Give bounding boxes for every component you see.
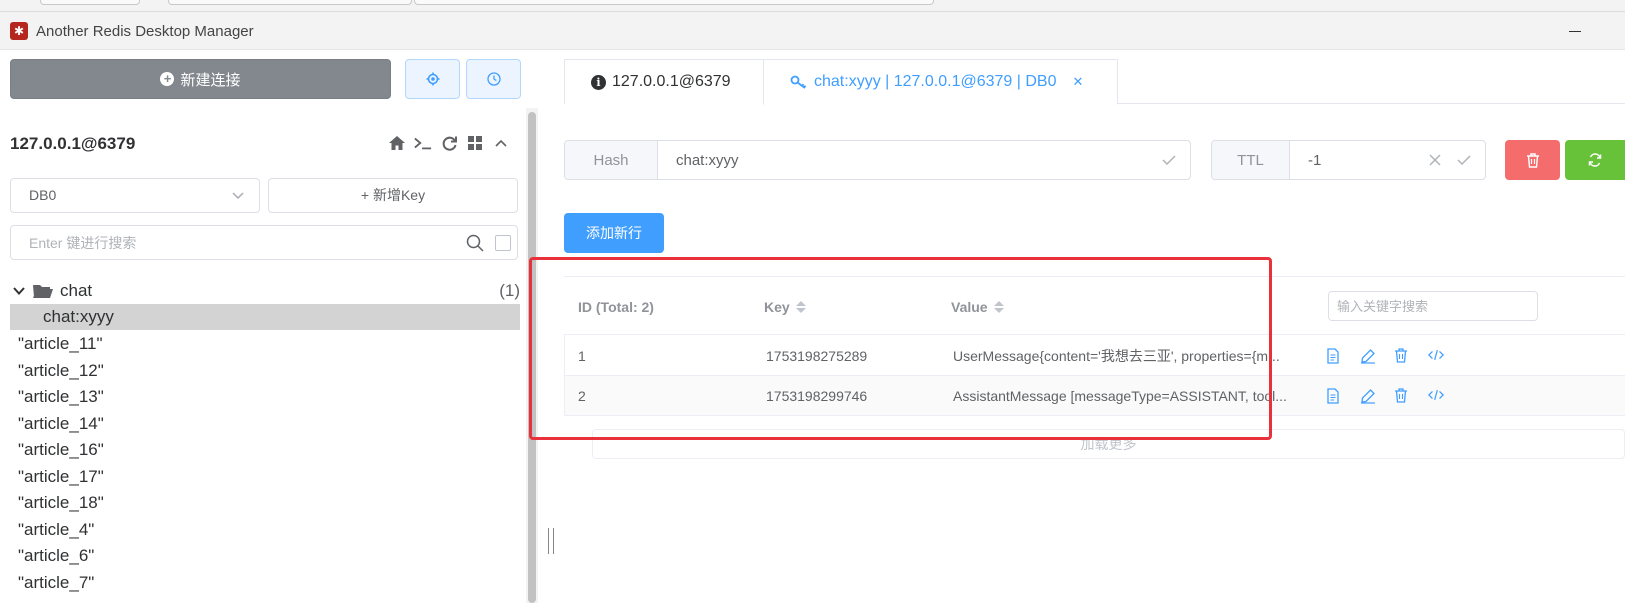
column-header-key-label: Key (764, 298, 790, 315)
code-icon[interactable] (1428, 388, 1444, 404)
tree-key[interactable]: "article_4" (10, 517, 520, 543)
table-search-input[interactable] (1328, 291, 1538, 321)
ttl-input[interactable]: -1 (1290, 141, 1429, 179)
trash-icon (1526, 152, 1539, 168)
new-connection-label: 新建连接 (180, 71, 241, 89)
add-row-button[interactable]: 添加新行 (564, 213, 664, 253)
tab-key-detail[interactable]: chat:xyyy | 127.0.0.1@6379 | DB0 ✕ (763, 59, 1118, 105)
plus-circle-icon: + (160, 72, 175, 86)
chevron-down-icon (13, 287, 25, 295)
connection-name[interactable]: 127.0.0.1@6379 (10, 134, 135, 154)
browser-tab-fragment[interactable] (168, 0, 412, 5)
table-row[interactable]: 2 1753198299746 AssistantMessage [messag… (564, 376, 1625, 416)
trash-icon[interactable] (1394, 388, 1410, 404)
key-name-group: Hash chat:xyyy (564, 140, 1191, 180)
key-icon (790, 75, 807, 89)
ttl-label: TTL (1212, 141, 1290, 179)
tree-key[interactable]: "article_14" (10, 411, 520, 437)
tab-bar: i 127.0.0.1@6379 chat:xyyy | 127.0.0.1@6… (564, 59, 1625, 105)
exact-search-checkbox[interactable] (495, 235, 511, 251)
column-header-value[interactable]: Value (951, 277, 1004, 336)
tree-key-selected[interactable]: chat:xyyy (10, 304, 520, 330)
refresh-key-button[interactable] (1565, 140, 1625, 180)
tab-label: chat:xyyy | 127.0.0.1@6379 | DB0 (814, 73, 1057, 90)
new-connection-button[interactable]: + 新建连接 (10, 59, 391, 99)
load-more-button[interactable]: 加载更多 (592, 429, 1625, 459)
folder-row-chat[interactable]: chat (1) (10, 278, 520, 304)
tab-label: 127.0.0.1@6379 (612, 73, 731, 90)
edit-icon[interactable] (1360, 348, 1376, 364)
cell-value: UserMessage{content='我想去三亚', properties=… (953, 348, 1280, 364)
row-actions (1326, 336, 1444, 376)
grid-icon[interactable] (466, 134, 484, 152)
tree-key[interactable]: "article_7" (10, 570, 520, 596)
tree-key[interactable]: "article_13" (10, 384, 520, 410)
trash-icon[interactable] (1394, 348, 1410, 364)
browser-tab-fragment[interactable] (40, 0, 140, 5)
db-select[interactable]: DB0 (10, 178, 260, 213)
code-icon[interactable] (1428, 348, 1444, 364)
tree-key[interactable]: "article_18" (10, 490, 520, 516)
table-left-border (564, 335, 565, 416)
gear-icon (426, 72, 439, 86)
refresh-icon (1588, 153, 1602, 167)
confirm-ttl-icon[interactable] (1457, 155, 1471, 165)
edit-icon[interactable] (1360, 388, 1376, 404)
folder-count: (1) (499, 281, 520, 300)
add-key-button[interactable]: + 新增Key (268, 178, 518, 213)
folder-name: chat (60, 281, 93, 300)
search-icon[interactable] (466, 234, 484, 252)
browser-tab-fragment[interactable] (414, 0, 934, 5)
table-header: ID (Total: 2) Key Value (564, 276, 1625, 335)
key-type-label: Hash (565, 141, 658, 179)
column-header-key[interactable]: Key (764, 277, 806, 336)
cell-id: 2 (578, 388, 586, 404)
tab-connection-info[interactable]: i 127.0.0.1@6379 (564, 59, 764, 104)
row-actions (1326, 376, 1444, 416)
window-title: Another Redis Desktop Manager (36, 23, 254, 40)
app-logo-icon: ✱ (10, 22, 28, 40)
tree-key[interactable]: "article_6" (10, 543, 520, 569)
chevron-down-icon (231, 179, 245, 212)
delete-key-button[interactable] (1505, 140, 1560, 180)
settings-button[interactable] (405, 59, 460, 99)
sort-icon[interactable] (993, 300, 1004, 313)
cell-key: 1753198275289 (766, 348, 868, 364)
column-header-value-label: Value (951, 298, 988, 315)
panel-resize-handle[interactable] (548, 528, 554, 554)
history-button[interactable] (466, 59, 521, 99)
folder-open-icon (33, 285, 53, 298)
cell-key: 1753198299746 (766, 388, 868, 404)
info-icon: i (591, 74, 606, 90)
key-search-input[interactable] (10, 225, 518, 260)
title-bar: ✱ Another Redis Desktop Manager (0, 12, 1625, 50)
connection-toolbar (388, 134, 510, 152)
home-icon[interactable] (388, 134, 406, 152)
sidebar: + 新建连接 127.0.0.1@6379 DB0 + 新增Key chat (… (0, 50, 530, 603)
tree-key[interactable]: "article_17" (10, 464, 520, 490)
clock-icon (486, 72, 501, 86)
view-document-icon[interactable] (1326, 348, 1342, 364)
db-select-value: DB0 (29, 187, 57, 203)
sort-icon[interactable] (795, 300, 806, 313)
chevron-up-icon[interactable] (492, 134, 510, 152)
cell-id: 1 (578, 348, 586, 364)
refresh-icon[interactable] (440, 134, 458, 152)
key-name-input[interactable]: chat:xyyy (658, 141, 1162, 179)
column-header-id: ID (Total: 2) (578, 298, 654, 315)
browser-tab-strip (0, 0, 1625, 12)
tree-key[interactable]: "article_12" (10, 358, 520, 384)
sidebar-scrollbar-thumb[interactable] (528, 112, 536, 603)
terminal-icon[interactable] (414, 134, 432, 152)
table-row[interactable]: 1 1753198275289 UserMessage{content='我想去… (564, 336, 1625, 376)
minimize-button[interactable] (1565, 24, 1589, 38)
ttl-group: TTL -1 (1211, 140, 1486, 180)
confirm-rename-icon[interactable] (1162, 141, 1190, 179)
tree-key[interactable]: "article_11" (10, 331, 520, 357)
close-icon[interactable]: ✕ (1072, 74, 1083, 90)
cell-value: AssistantMessage [messageType=ASSISTANT,… (953, 388, 1287, 404)
tree-key[interactable]: "article_16" (10, 437, 520, 463)
view-document-icon[interactable] (1326, 388, 1342, 404)
clear-icon[interactable] (1429, 154, 1441, 166)
